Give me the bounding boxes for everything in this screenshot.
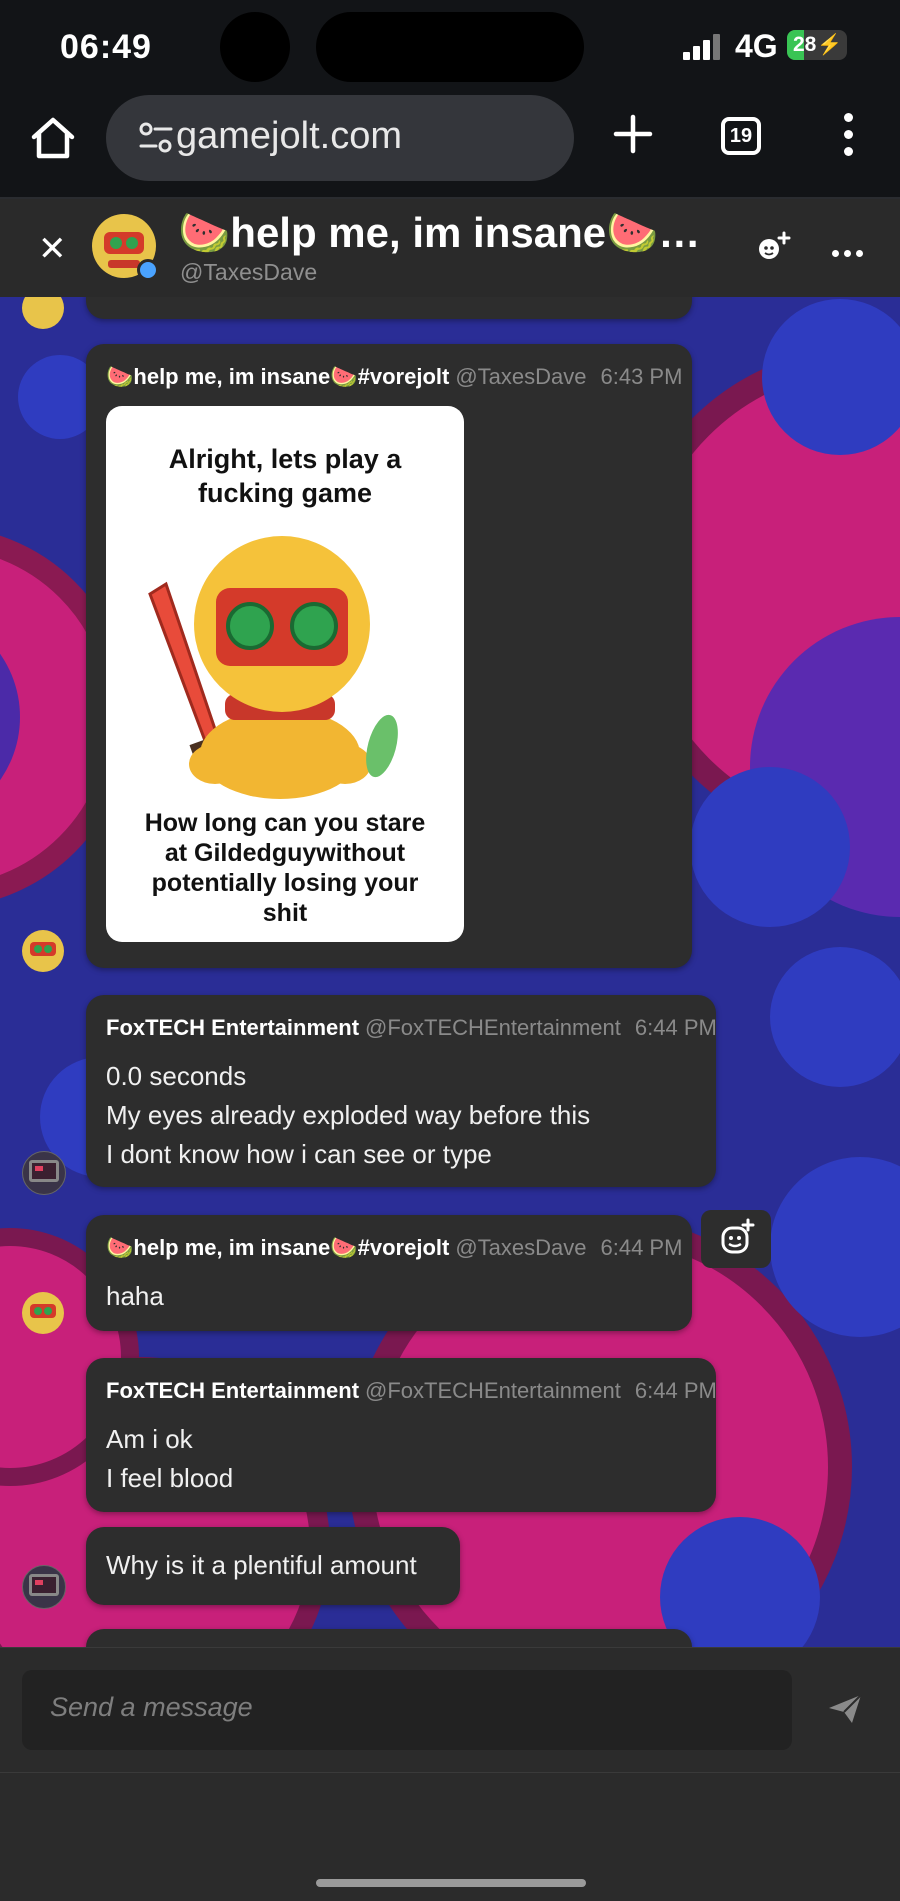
message-text: haha bbox=[106, 1281, 164, 1311]
clock: 06:49 bbox=[60, 28, 152, 66]
message-bubble-partial bbox=[86, 297, 692, 319]
chat-handle: @TaxesDave bbox=[180, 259, 318, 285]
message-input-placeholder: Send a message bbox=[50, 1692, 253, 1722]
battery-icon: 28 ⚡ bbox=[787, 30, 847, 60]
message-timestamp: 6:43 PM bbox=[600, 364, 683, 389]
sender-handle[interactable]: @FoxTECHEntertainment bbox=[365, 1378, 621, 1403]
more-options-icon[interactable] bbox=[832, 244, 868, 262]
sender-name[interactable]: FoxTECH Entertainment bbox=[106, 1015, 359, 1040]
message-text: My eyes already exploded way before this bbox=[106, 1100, 591, 1130]
network-type: 4G bbox=[735, 28, 778, 64]
sender-handle[interactable]: @FoxTECHEntertainment bbox=[365, 1015, 621, 1040]
message-text: I dont know how i can see or type bbox=[106, 1139, 492, 1169]
image-caption-bottom-2: at Gildedguywithout bbox=[164, 839, 406, 867]
message-text: Why is it a plentiful amount bbox=[106, 1550, 417, 1580]
message-meta: 🍉help me, im insane🍉#vorejolt @TaxesDave 6… bbox=[106, 1235, 682, 1261]
image-caption-top-1: Alright, lets play a bbox=[168, 444, 402, 474]
message-bubble[interactable]: FoxTECH Entertainment @FoxTECHEntertainme… bbox=[86, 995, 717, 1187]
chat-header: ✕ 🍉help me, im insane🍉#... @TaxesDave bbox=[0, 199, 900, 297]
signal-icon bbox=[683, 32, 723, 60]
message-bubble[interactable]: FoxTECH Entertainment @FoxTECHEntertainme… bbox=[86, 1358, 717, 1512]
dynamic-island bbox=[316, 12, 584, 82]
home-indicator[interactable] bbox=[316, 1879, 586, 1887]
browser-menu-icon[interactable] bbox=[836, 113, 860, 163]
bolt-icon: ⚡ bbox=[817, 34, 842, 56]
sender-name[interactable]: 🍉help me, im insane🍉#vorejolt bbox=[106, 1235, 449, 1260]
status-bar: 06:49 4G 28 ⚡ bbox=[0, 0, 900, 95]
image-caption-bottom-1: How long can you stare bbox=[144, 809, 426, 837]
message-composer: Send a message bbox=[0, 1647, 900, 1773]
address-bar[interactable]: gamejolt.com bbox=[106, 95, 574, 181]
message-timestamp: 6:44 PM bbox=[634, 1378, 717, 1403]
message-input[interactable]: Send a message bbox=[22, 1670, 792, 1750]
image-caption-bottom-4: shit bbox=[262, 899, 308, 927]
new-tab-icon[interactable] bbox=[608, 109, 658, 159]
image-caption-top-2: fucking game bbox=[197, 478, 373, 508]
home-icon[interactable] bbox=[28, 113, 78, 163]
battery-level: 28 bbox=[793, 33, 817, 56]
url-text: gamejolt.com bbox=[176, 115, 402, 157]
sender-name[interactable]: 🍉help me, im insane🍉#vorejolt bbox=[106, 364, 449, 389]
message-timestamp: 6:44 PM bbox=[634, 1015, 717, 1040]
online-status-dot bbox=[137, 259, 159, 281]
bottom-area bbox=[0, 1772, 900, 1901]
sender-handle[interactable]: @TaxesDave bbox=[455, 1235, 586, 1260]
add-reaction-button[interactable] bbox=[701, 1210, 771, 1268]
message-bubble[interactable]: 🍉help me, im insane🍉#vorejolt @TaxesDave 6… bbox=[86, 1215, 692, 1331]
message-bubble-partial bbox=[86, 1629, 692, 1647]
message-text: 0.0 seconds bbox=[106, 1061, 247, 1091]
chat-messages[interactable]: 🍉help me, im insane🍉#vorejolt @TaxesDave 6… bbox=[0, 297, 900, 1647]
add-reaction-icon bbox=[721, 1218, 755, 1254]
camera-cutout bbox=[220, 12, 290, 82]
avatar[interactable] bbox=[22, 930, 64, 972]
message-image[interactable]: Alright, lets play a fucking game How lo… bbox=[106, 406, 464, 942]
chat-title: 🍉help me, im insane🍉#... bbox=[178, 209, 708, 256]
message-meta: 🍉help me, im insane🍉#vorejolt @TaxesDave 6… bbox=[106, 364, 682, 390]
site-settings-icon[interactable] bbox=[138, 121, 174, 155]
message-bubble[interactable]: 🍉help me, im insane🍉#vorejolt @TaxesDave 6… bbox=[86, 344, 692, 968]
close-icon[interactable]: ✕ bbox=[38, 229, 67, 269]
message-bubble[interactable]: Why is it a plentiful amount bbox=[86, 1527, 460, 1605]
sender-name[interactable]: FoxTECH Entertainment bbox=[106, 1378, 359, 1403]
browser-toolbar: gamejolt.com 19 bbox=[0, 95, 900, 199]
plush-toy-image bbox=[148, 536, 398, 799]
send-icon[interactable] bbox=[826, 1692, 864, 1726]
add-friend-icon[interactable] bbox=[756, 229, 792, 265]
message-text: I feel blood bbox=[106, 1463, 234, 1493]
avatar[interactable] bbox=[22, 1565, 66, 1609]
message-timestamp: 6:44 PM bbox=[600, 1235, 683, 1260]
message-text: Am i ok bbox=[106, 1424, 193, 1454]
avatar[interactable] bbox=[22, 1151, 66, 1195]
sender-handle[interactable]: @TaxesDave bbox=[455, 364, 586, 389]
message-meta: FoxTECH Entertainment @FoxTECHEntertainme… bbox=[106, 1378, 717, 1404]
message-meta: FoxTECH Entertainment @FoxTECHEntertainme… bbox=[106, 1015, 717, 1041]
image-caption-bottom-3: potentially losing your bbox=[151, 869, 419, 897]
avatar[interactable] bbox=[22, 1292, 64, 1334]
tab-switcher-button[interactable]: 19 bbox=[721, 117, 761, 155]
